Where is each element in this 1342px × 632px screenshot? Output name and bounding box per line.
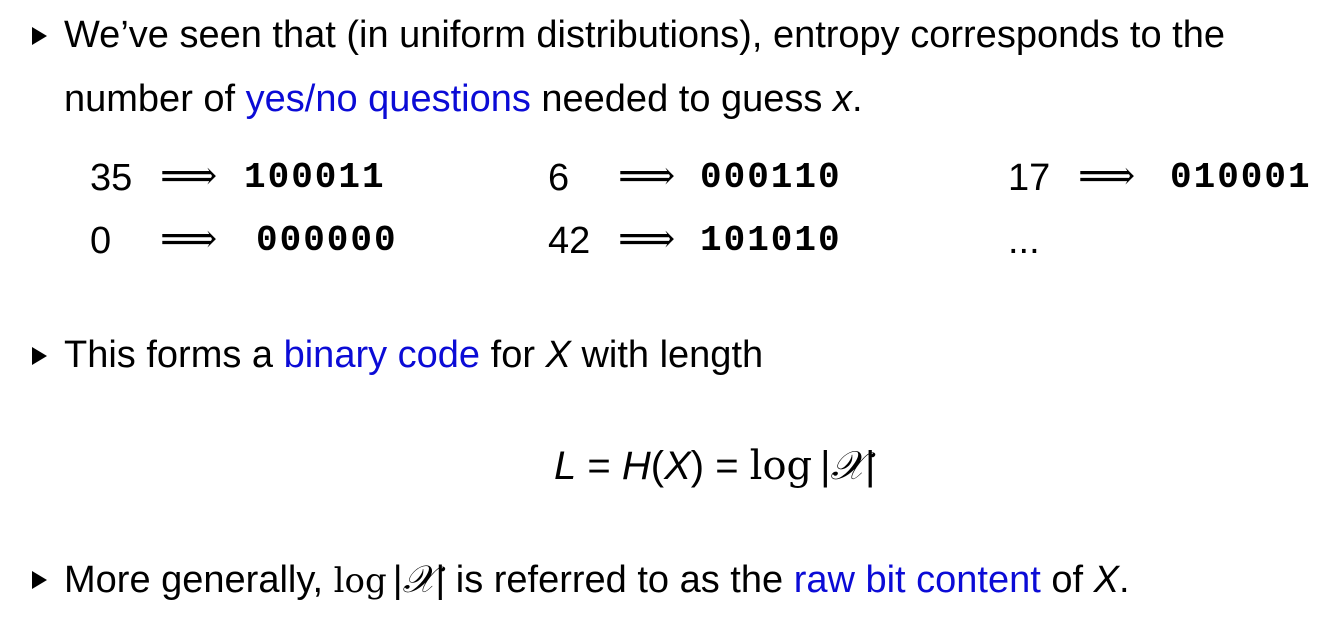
eq-paren-open: ( bbox=[650, 444, 665, 488]
bullet-2-line: This forms a binary code for X with leng… bbox=[64, 336, 763, 374]
encoding-number: 17 bbox=[1008, 157, 1051, 199]
eq-equals-2: = bbox=[704, 444, 750, 488]
eq-abs-close: | bbox=[864, 444, 876, 488]
bullet-1-text-pre: number of bbox=[64, 78, 246, 120]
variable-X: X bbox=[545, 334, 571, 376]
bullet-marker-3 bbox=[32, 571, 47, 589]
encoding-number: 42 bbox=[548, 220, 591, 262]
eq-equals-1: = bbox=[576, 444, 622, 488]
bullet-3-text-mid: is referred to as the bbox=[445, 559, 794, 601]
log: log bbox=[333, 561, 387, 601]
abs-close: | bbox=[435, 559, 446, 601]
ellipsis: ... bbox=[1008, 220, 1040, 262]
encoding-number: 35 bbox=[90, 157, 133, 199]
eq-X: X bbox=[664, 444, 691, 488]
period: . bbox=[1119, 559, 1130, 601]
eq-L: L bbox=[554, 444, 577, 488]
encoding-number: 6 bbox=[548, 157, 570, 199]
length-equation: L = H(X) = log |𝒳| bbox=[554, 446, 875, 486]
implies-arrow-icon: ⟹ bbox=[160, 153, 218, 199]
bullet-1-line-2: number of yes/no questions needed to gue… bbox=[64, 80, 863, 118]
implies-arrow-icon: ⟹ bbox=[160, 216, 218, 262]
yes-no-questions-link[interactable]: yes/no questions bbox=[246, 78, 531, 120]
encoding-bits: 000000 bbox=[256, 220, 398, 261]
bullet-marker-1 bbox=[32, 27, 47, 45]
encoding-bits: 000110 bbox=[700, 157, 842, 198]
period: . bbox=[851, 78, 863, 120]
bullet-1-line-1: We’ve seen that (in uniform distribution… bbox=[64, 16, 1225, 54]
bullet-1-text: We’ve seen that (in uniform distribution… bbox=[64, 14, 1225, 56]
raw-bit-content-link[interactable]: raw bit content bbox=[794, 559, 1041, 601]
eq-abs-open: | bbox=[820, 444, 831, 488]
bullet-2-text-pre: This forms a bbox=[64, 334, 284, 376]
variable-X: X bbox=[1093, 559, 1119, 601]
bullet-3-text-pre: More generally, bbox=[64, 559, 334, 601]
bullet-3-text-post: of bbox=[1040, 559, 1094, 601]
eq-log: log bbox=[749, 443, 813, 489]
encoding-bits: 100011 bbox=[244, 157, 386, 198]
binary-code-link[interactable]: binary code bbox=[284, 334, 480, 376]
implies-arrow-icon: ⟹ bbox=[1078, 153, 1136, 199]
bullet-1-text-post: needed to guess bbox=[530, 78, 833, 120]
bullet-marker-2 bbox=[32, 347, 47, 365]
encoding-bits: 010001 bbox=[1170, 157, 1312, 198]
bullet-2-text-mid: for bbox=[480, 334, 546, 376]
variable-x: x bbox=[832, 78, 852, 120]
implies-arrow-icon: ⟹ bbox=[618, 216, 676, 262]
bullet-2-text-post: with length bbox=[570, 334, 764, 376]
encoding-number: 0 bbox=[90, 220, 112, 262]
encoding-bits: 101010 bbox=[700, 220, 842, 261]
abs-open: | bbox=[392, 559, 403, 601]
eq-H: H bbox=[621, 444, 651, 488]
eq-cal-X: 𝒳 bbox=[830, 443, 865, 489]
cal-X: 𝒳 bbox=[402, 557, 436, 601]
eq-paren-close: ) bbox=[690, 444, 705, 488]
bullet-3-line: More generally, log |𝒳| is referred to as… bbox=[64, 560, 1130, 599]
implies-arrow-icon: ⟹ bbox=[618, 153, 676, 199]
